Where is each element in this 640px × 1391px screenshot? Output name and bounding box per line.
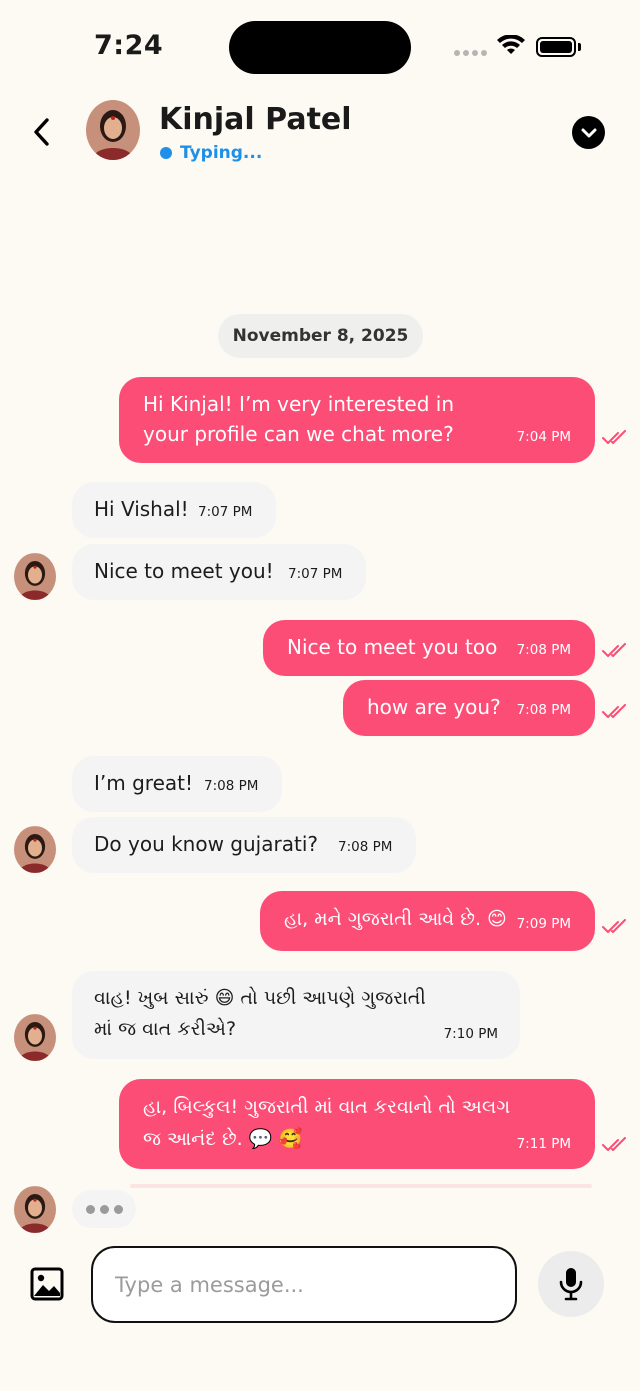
message-text: માં જ વાત કરીએ? — [94, 1018, 237, 1040]
chat-header: Kinjal Patel Typing... — [0, 90, 640, 180]
double-check-icon — [602, 430, 626, 444]
dynamic-island — [229, 21, 411, 74]
message-incoming[interactable]: Nice to meet you! 7:07 PM — [72, 544, 366, 600]
status-bar: 7:24 — [0, 0, 640, 90]
battery-icon — [536, 37, 576, 57]
double-check-icon — [602, 643, 626, 657]
battery-cap — [578, 43, 581, 51]
double-check-icon — [602, 704, 626, 718]
message-text: હા, બિલ્કુલ! ગુજરાતી માં વાત કરવાનો તો અ… — [143, 1096, 511, 1118]
message-text: I’m great! — [94, 771, 193, 795]
message-outgoing[interactable]: Nice to meet you too 7:08 PM — [263, 620, 595, 676]
message-time: 7:11 PM — [516, 1136, 571, 1152]
message-incoming[interactable]: વાહ! ખુબ સારું 😄 તો પછી આપણે ગુજરાતી માં… — [72, 971, 520, 1059]
message-time: 7:08 PM — [516, 702, 571, 718]
message-outgoing[interactable]: Hi Kinjal! I’m very interested in your p… — [119, 377, 595, 463]
contact-avatar[interactable] — [86, 100, 140, 160]
contact-avatar-small[interactable] — [14, 1186, 56, 1233]
message-text: your profile can we chat more? — [143, 422, 454, 446]
wifi-icon — [497, 35, 525, 54]
contact-avatar-small[interactable] — [14, 1014, 56, 1061]
message-time: 7:08 PM — [338, 839, 393, 855]
back-icon[interactable] — [28, 114, 56, 150]
signal-icon — [454, 50, 487, 56]
status-time: 7:24 — [94, 30, 164, 61]
mic-button[interactable] — [538, 1251, 604, 1317]
message-incoming[interactable]: I’m great! 7:08 PM — [72, 756, 282, 812]
typing-status: Typing... — [160, 143, 262, 163]
message-time: 7:07 PM — [198, 504, 253, 520]
message-time: 7:04 PM — [516, 429, 571, 445]
microphone-icon — [559, 1268, 583, 1301]
message-outgoing[interactable]: how are you? 7:08 PM — [343, 680, 595, 736]
message-text: Do you know gujarati? — [94, 832, 318, 856]
message-text: Nice to meet you too — [287, 635, 498, 659]
double-check-icon — [602, 1137, 626, 1151]
message-time: 7:09 PM — [516, 916, 571, 932]
message-outgoing[interactable]: હા, મને ગુજરાતી આવે છે. 😊 7:09 PM — [260, 891, 595, 951]
message-outgoing[interactable]: હા, બિલ્કુલ! ગુજરાતી માં વાત કરવાનો તો અ… — [119, 1079, 595, 1169]
bubble-shadow — [130, 1184, 592, 1188]
double-check-icon — [602, 919, 626, 933]
message-text: Hi Vishal! — [94, 497, 189, 521]
date-separator: November 8, 2025 — [218, 314, 423, 358]
message-time: 7:07 PM — [288, 566, 343, 582]
message-time: 7:08 PM — [204, 778, 259, 794]
message-text: વાહ! ખુબ સારું 😄 તો પછી આપણે ગુજરાતી — [94, 987, 426, 1009]
message-text: Nice to meet you! — [94, 559, 274, 583]
typing-label: Typing... — [180, 143, 263, 163]
online-dot-icon — [160, 147, 172, 159]
message-time: 7:08 PM — [516, 642, 571, 658]
message-text: how are you? — [367, 695, 501, 719]
image-icon[interactable] — [29, 1266, 65, 1302]
typing-indicator — [72, 1190, 136, 1228]
message-time: 7:10 PM — [443, 1026, 498, 1042]
menu-button[interactable] — [572, 116, 605, 149]
message-input[interactable] — [91, 1246, 517, 1323]
message-text: હા, મને ગુજરાતી આવે છે. 😊 — [284, 908, 507, 930]
message-text: જ આનંદ છે. 💬 🥰 — [143, 1128, 303, 1150]
message-text: Hi Kinjal! I’m very interested in — [143, 392, 455, 416]
message-incoming[interactable]: Hi Vishal! 7:07 PM — [72, 482, 276, 538]
contact-avatar-small[interactable] — [14, 826, 56, 873]
contact-name: Kinjal Patel — [159, 102, 352, 137]
contact-avatar-small[interactable] — [14, 553, 56, 600]
message-incoming[interactable]: Do you know gujarati? 7:08 PM — [72, 817, 416, 873]
chevron-down-icon — [581, 128, 596, 137]
